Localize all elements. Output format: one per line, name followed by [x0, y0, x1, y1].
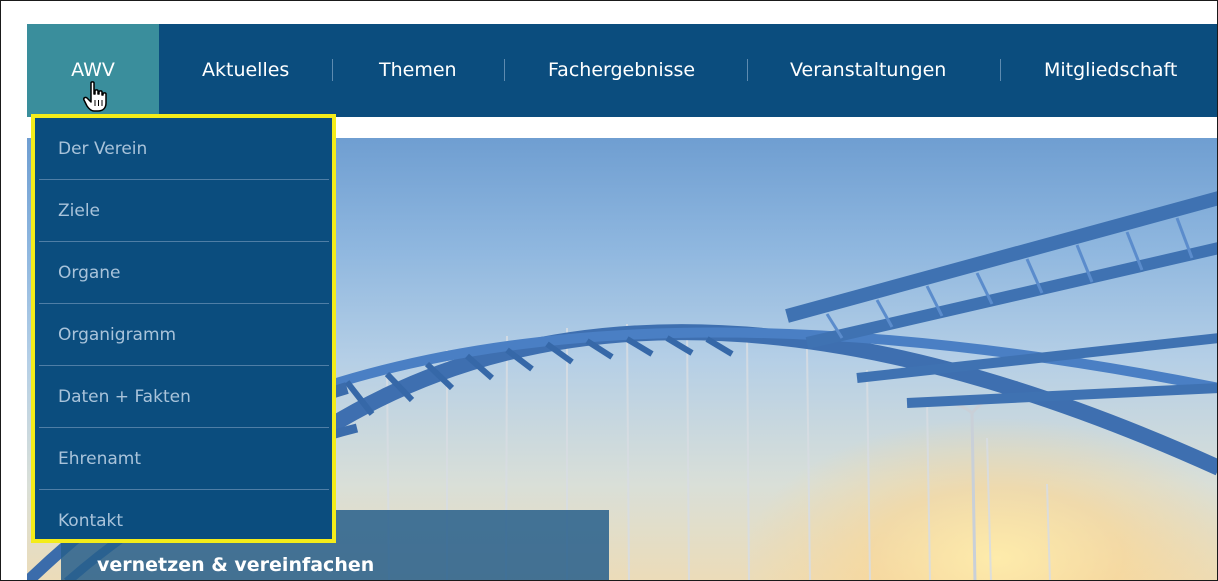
dropdown-item-daten-fakten[interactable]: Daten + Fakten: [39, 366, 329, 428]
dropdown-item-organe[interactable]: Organe: [39, 242, 329, 304]
nav-separator: [504, 59, 505, 81]
dropdown-item-ehrenamt[interactable]: Ehrenamt: [39, 428, 329, 490]
hero-caption: vernetzen & vereinfachen: [97, 554, 375, 576]
dropdown-item-ziele[interactable]: Ziele: [39, 180, 329, 242]
nav-separator: [1000, 59, 1001, 81]
main-navigation: AWV Aktuelles Themen Fachergebnisse Vera…: [27, 24, 1217, 117]
nav-item-fachergebnisse[interactable]: Fachergebnisse: [548, 24, 695, 117]
nav-item-themen[interactable]: Themen: [379, 24, 457, 117]
nav-item-mitgliedschaft[interactable]: Mitgliedschaft: [1044, 24, 1177, 117]
dropdown-item-organigramm[interactable]: Organigramm: [39, 304, 329, 366]
nav-separator: [747, 59, 748, 81]
dropdown-item-kontakt[interactable]: Kontakt: [39, 490, 329, 552]
hand-pointer-icon: [83, 81, 107, 112]
dropdown-item-der-verein[interactable]: Der Verein: [39, 118, 329, 180]
nav-item-aktuelles[interactable]: Aktuelles: [202, 24, 289, 117]
browser-viewport: AWV Aktuelles Themen Fachergebnisse Vera…: [0, 0, 1218, 581]
nav-separator: [332, 59, 333, 81]
nav-item-veranstaltungen[interactable]: Veranstaltungen: [790, 24, 946, 117]
awv-dropdown-menu: Der Verein Ziele Organe Organigramm Date…: [31, 114, 336, 543]
